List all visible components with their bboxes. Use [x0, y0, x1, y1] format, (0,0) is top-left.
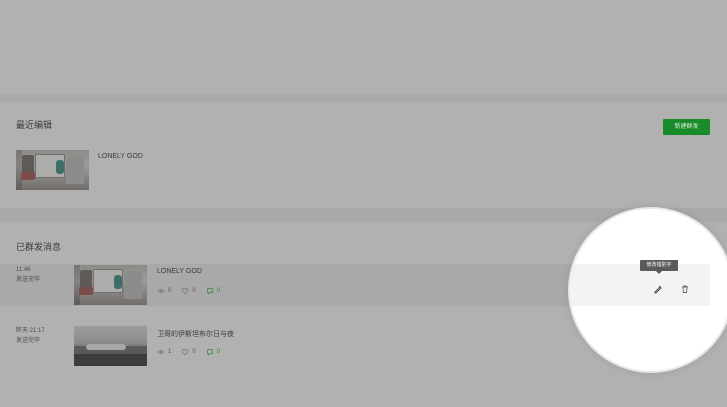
heart-icon: [181, 288, 189, 295]
sent-item-title[interactable]: 卫哥的伊斯坦布尔日与夜: [157, 329, 234, 339]
comment-icon: [206, 349, 213, 356]
edit-typo-icon[interactable]: [653, 281, 663, 294]
edit-typo-tooltip: 修改错别字: [640, 260, 678, 274]
heart-icon: [181, 349, 189, 356]
trash-icon[interactable]: [680, 281, 690, 293]
comments-stat: 0: [206, 348, 220, 356]
recent-item-thumbnail[interactable]: [16, 150, 89, 190]
recent-edit-title: 最近编辑: [16, 120, 53, 130]
sent-item-time: 11:46 发送完毕 ·: [16, 267, 44, 283]
new-mass-message-button[interactable]: 新建群发: [663, 119, 710, 135]
mass-message-page: 最近编辑 新建群发 LONELY GOD 已群发消息 11:46 发送完毕 · …: [0, 0, 727, 407]
views-stat: 0: [157, 287, 171, 295]
sent-messages-title: 已群发消息: [16, 242, 62, 252]
sent-item-stats: 1 0 0: [157, 348, 220, 356]
comments-stat: 0: [206, 287, 220, 295]
sent-item-thumbnail[interactable]: [74, 326, 147, 366]
sent-item-stats: 0 0 0: [157, 287, 220, 295]
sent-item-title[interactable]: LONELY GOD: [157, 268, 202, 275]
magnifier-callout: 修改错别字: [570, 209, 727, 371]
eye-icon: [157, 289, 165, 293]
recent-item-title[interactable]: LONELY GOD: [98, 153, 143, 160]
likes-stat: 0: [181, 348, 196, 356]
comment-icon: [206, 288, 213, 295]
eye-icon: [157, 350, 165, 354]
sent-item-thumbnail[interactable]: [74, 265, 147, 305]
top-area: [0, 0, 727, 94]
views-stat: 1: [157, 348, 171, 356]
likes-stat: 0: [181, 287, 196, 295]
section-divider: [0, 94, 727, 102]
sent-item-time: 昨天 21:17 发送完毕 ·: [16, 328, 45, 344]
